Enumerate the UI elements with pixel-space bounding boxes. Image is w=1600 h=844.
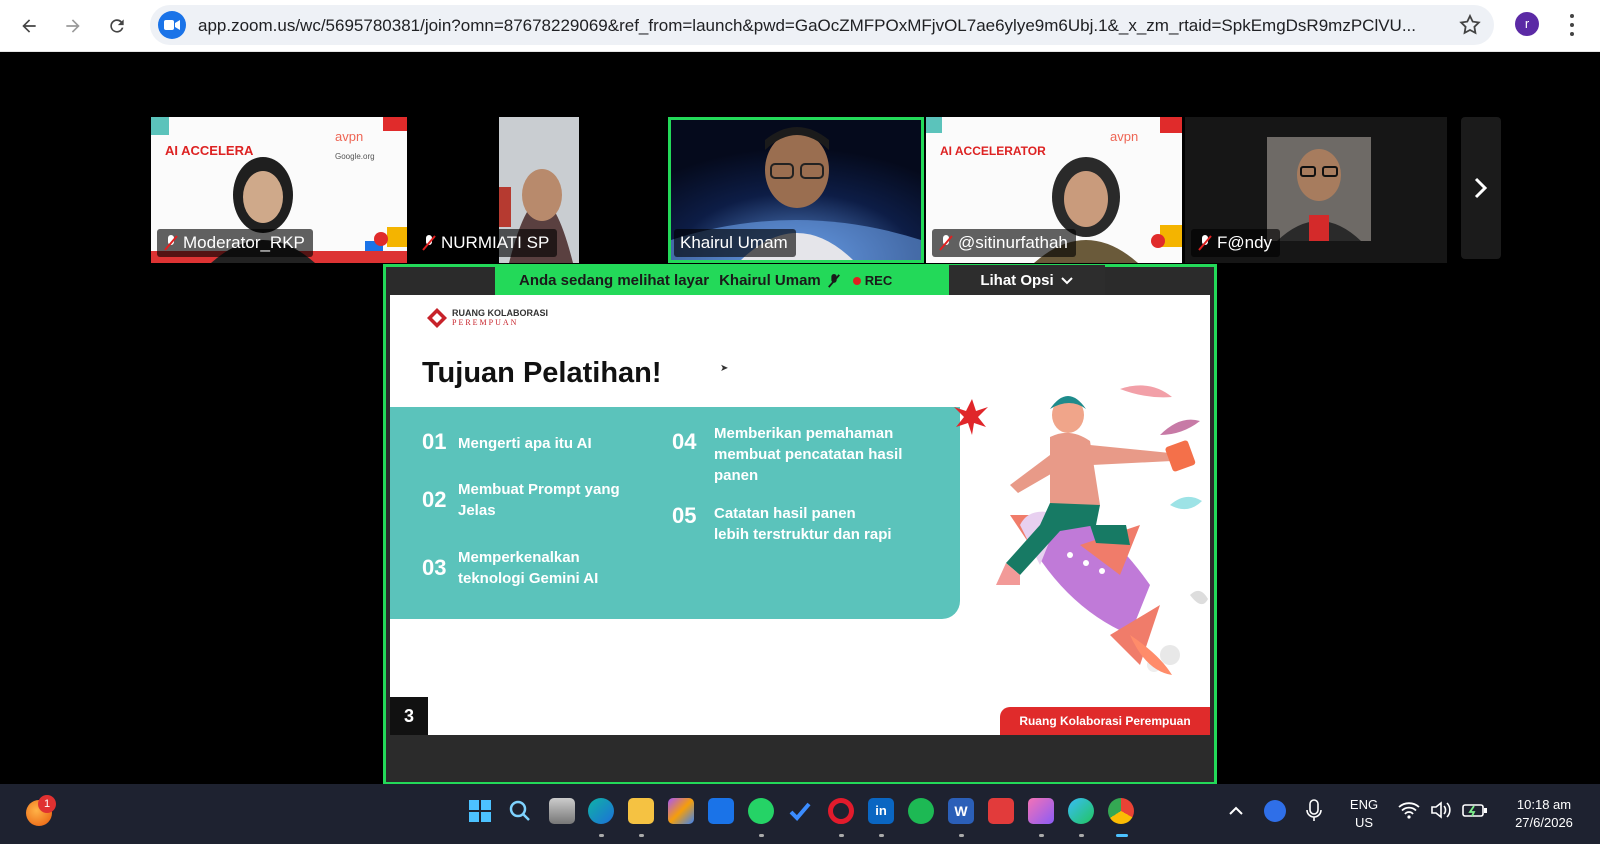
profile-avatar[interactable]: r (1515, 12, 1539, 36)
participant-tile-3-active-speaker[interactable]: Khairul Umam (668, 117, 924, 263)
word-icon[interactable]: W (948, 798, 974, 824)
battery-charging-icon[interactable] (1462, 801, 1488, 819)
shared-screen: Anda sedang melihat layar Khairul Umam R… (383, 264, 1217, 785)
chevron-right-icon (1474, 177, 1488, 199)
linkedin-icon[interactable]: in (868, 798, 894, 824)
objectives-panel: 01 Mengerti apa itu AI 02 Membuat Prompt… (390, 407, 960, 725)
slide-footer-brand: Ruang Kolaborasi Perempuan (1000, 707, 1210, 735)
opera-icon[interactable] (828, 798, 854, 824)
next-participants-button[interactable] (1461, 117, 1501, 259)
participant-tile-2[interactable]: NURMIATI SP (409, 117, 665, 263)
presentation-slide: RUANG KOLABORASI PEREMPUAN Tujuan Pelati… (390, 295, 1210, 735)
mic-muted-icon (422, 235, 436, 251)
recording-dot-icon (852, 276, 861, 285)
running-indicator (879, 834, 884, 837)
wifi-icon[interactable] (1398, 801, 1420, 819)
task-view-icon[interactable] (549, 798, 575, 824)
mouse-cursor-icon: ➤ (720, 363, 729, 374)
slide-logo: RUANG KOLABORASI PEREMPUAN (426, 307, 548, 329)
windows-start-icon[interactable] (468, 799, 492, 823)
svg-text:Google.org: Google.org (335, 152, 375, 161)
mic-muted-icon (939, 235, 953, 251)
zoom-camera-icon (158, 11, 186, 39)
running-indicator (1079, 834, 1084, 837)
tray-app-icon[interactable] (1264, 800, 1286, 822)
rocket-rider-illustration (954, 385, 1208, 675)
chevron-up-icon[interactable] (1228, 804, 1244, 816)
svg-text:avpn: avpn (1110, 129, 1138, 144)
file-explorer-icon[interactable] (628, 798, 654, 824)
browser-menu-icon[interactable] (1562, 12, 1582, 38)
whatsapp-icon[interactable] (748, 798, 774, 824)
mic-muted-icon (827, 273, 840, 288)
notification-badge: 1 (38, 795, 56, 813)
arrow-left-icon (22, 19, 36, 33)
browser-toolbar: app.zoom.us/wc/5695780381/join?omn=87678… (0, 0, 1600, 52)
running-indicator (599, 834, 604, 837)
participant-name-label: @sitinurfathah (932, 229, 1076, 257)
language-indicator[interactable]: ENG US (1346, 796, 1382, 832)
participant-name-label: Moderator_RKP (157, 229, 313, 257)
spotify-icon[interactable] (908, 798, 934, 824)
edge-icon[interactable] (588, 798, 614, 824)
microphone-icon[interactable] (1306, 799, 1322, 823)
edge-dev-icon[interactable] (1068, 798, 1094, 824)
canva-affinity-icon[interactable] (1028, 798, 1054, 824)
running-indicator (1039, 834, 1044, 837)
svg-text:avpn: avpn (335, 129, 363, 144)
volume-icon[interactable] (1430, 801, 1452, 819)
svg-text:AI ACCELERA: AI ACCELERA (165, 143, 254, 158)
viewing-share-banner: Anda sedang melihat layar Khairul Umam R… (495, 265, 949, 296)
diamond-logo-icon (427, 308, 447, 328)
slide-title: Tujuan Pelatihan! (422, 357, 662, 389)
chevron-down-icon (1060, 276, 1073, 284)
todo-check-icon[interactable] (788, 799, 812, 823)
address-bar[interactable]: app.zoom.us/wc/5695780381/join?omn=87678… (150, 5, 1494, 45)
bookmark-star-icon[interactable] (1458, 13, 1482, 37)
url-text: app.zoom.us/wc/5695780381/join?omn=87678… (198, 16, 1417, 35)
clock[interactable]: 10:18 am 27/6/2026 (1504, 796, 1584, 832)
reload-icon (110, 19, 124, 33)
active-indicator (1116, 834, 1128, 837)
running-indicator (839, 834, 844, 837)
running-indicator (639, 834, 644, 837)
svg-text:AI ACCELERATOR: AI ACCELERATOR (940, 144, 1046, 158)
mic-muted-icon (1198, 235, 1212, 251)
participant-tile-5[interactable]: F@ndy (1185, 117, 1447, 263)
slide-page-number: 3 (390, 697, 428, 735)
forward-button[interactable] (57, 10, 89, 42)
windows-taskbar: in W ENG US 10:18 am 27/6/2026 (0, 784, 1600, 844)
participant-name-label: NURMIATI SP (415, 229, 558, 257)
outlook-icon[interactable] (708, 798, 734, 824)
participant-name-label: F@ndy (1191, 229, 1281, 257)
running-indicator (959, 834, 964, 837)
participant-tile-4[interactable]: AI ACCELERATOR avpn @sitinurfathah (926, 117, 1182, 263)
search-icon[interactable] (508, 799, 532, 823)
running-indicator (759, 834, 764, 837)
view-options-button[interactable]: Lihat Opsi (949, 265, 1105, 296)
chrome-icon[interactable] (1108, 798, 1134, 824)
participant-name-label: Khairul Umam (674, 229, 796, 257)
reload-button[interactable] (101, 10, 133, 42)
wps-office-icon[interactable] (988, 798, 1014, 824)
copilot-icon[interactable] (668, 798, 694, 824)
mic-muted-icon (164, 235, 178, 251)
back-button[interactable] (13, 10, 45, 42)
participant-tile-1[interactable]: AI ACCELERA avpn Google.org Moderator_RK… (151, 117, 407, 263)
decorative-dots (882, 707, 948, 725)
arrow-right-icon (66, 19, 80, 33)
